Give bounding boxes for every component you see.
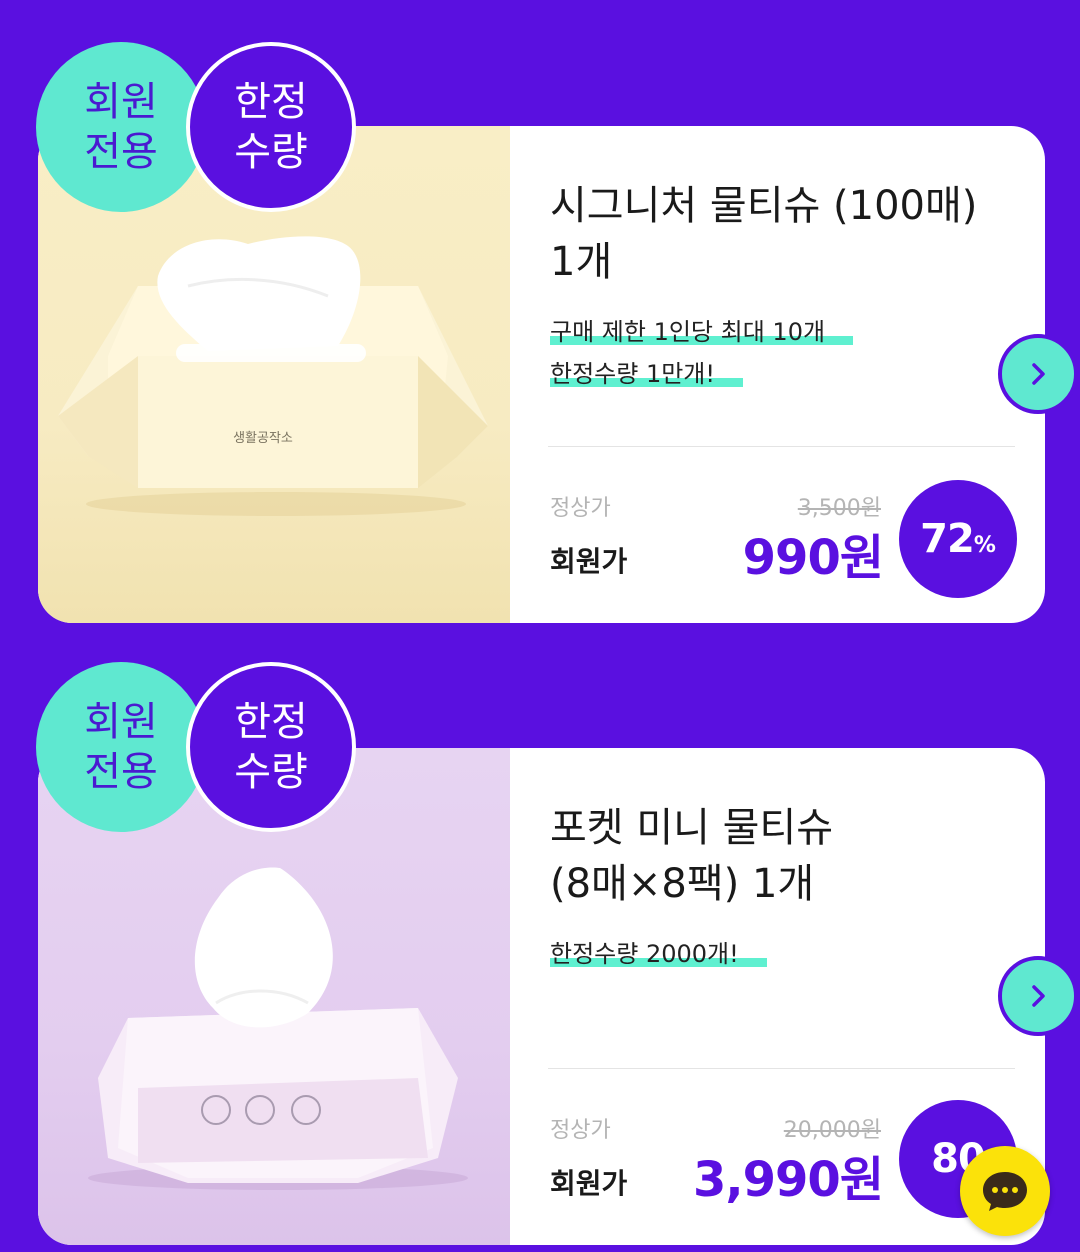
member-price: 3,990원 [693,1152,884,1208]
discount-number: 72 [920,516,975,562]
chat-bubble-icon [983,1172,1027,1211]
limited-quantity-note: 한정수량 1만개! [550,358,743,390]
member-price-label: 회원가 [550,545,628,578]
product-card[interactable]: 생활공작소 시그니처 물티슈 (100매) 1개 구매 제한 1인당 최대 10… [38,126,1045,623]
title-line: 시그니처 물티슈 (100매) [550,183,978,229]
member-only-badge: 회원 전용 [36,662,206,832]
product-title[interactable]: 시그니처 물티슈 (100매) 1개 [550,178,1030,290]
badge-line: 수량 [234,749,308,795]
product-notes: 한정수량 2000개! [550,938,990,980]
badge-line: 한정 [234,79,308,125]
product-title[interactable]: 포켓 미니 물티슈 (8매×8팩) 1개 [550,800,1030,912]
badge-line: 한정 [234,699,308,745]
title-line: (8매×8팩) 1개 [550,861,815,907]
regular-price-label: 정상가 [550,1118,611,1143]
discount-badge: 72 % [899,480,1017,598]
limited-quantity-badge: 한정 수량 [186,42,356,212]
chevron-right-icon [1032,363,1045,385]
badge-line: 회원 [84,79,158,125]
product-card[interactable]: 포켓 미니 물티슈 (8매×8팩) 1개 한정수량 2000개! 정상가 20,… [38,748,1045,1245]
title-line: 1개 [550,239,613,285]
divider [548,446,1015,447]
purchase-limit-note: 구매 제한 1인당 최대 10개 [550,316,854,348]
badge-line: 회원 [84,699,158,745]
product-detail-button[interactable] [998,334,1078,414]
badge-line: 수량 [234,129,308,175]
badge-line: 전용 [84,129,158,175]
member-price: 990원 [742,530,884,586]
chat-button[interactable] [960,1146,1050,1236]
member-only-badge: 회원 전용 [36,42,206,212]
promo-page: 생활공작소 시그니처 물티슈 (100매) 1개 구매 제한 1인당 최대 10… [0,0,1080,1252]
product-detail-button[interactable] [998,956,1078,1036]
discount-unit: % [973,532,996,558]
pack-brand-text: 생활공작소 [233,431,293,446]
badge-line: 전용 [84,749,158,795]
member-price-label: 회원가 [550,1167,628,1200]
limited-quantity-badge: 한정 수량 [186,662,356,832]
regular-price-label: 정상가 [550,496,611,521]
chevron-right-icon [1032,985,1045,1007]
product-notes: 구매 제한 1인당 최대 10개 한정수량 1만개! [550,316,990,400]
title-line: 포켓 미니 물티슈 [550,805,834,851]
divider [548,1068,1015,1069]
limited-quantity-note: 한정수량 2000개! [550,938,767,970]
